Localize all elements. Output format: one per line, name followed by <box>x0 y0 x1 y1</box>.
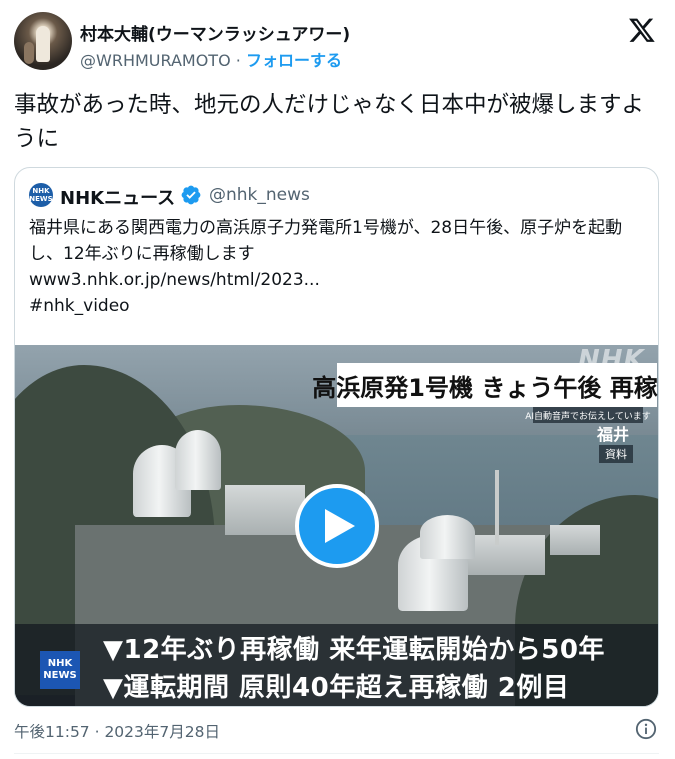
footer-divider <box>14 753 659 754</box>
quoted-author-avatar[interactable]: NHK NEWS <box>29 183 53 207</box>
play-button[interactable] <box>295 484 379 568</box>
video-source-tag: 資料 <box>599 445 633 463</box>
video-location-tag: 福井 <box>597 425 630 444</box>
follow-button[interactable]: フォローする <box>246 51 342 70</box>
author-display-name[interactable]: 村本大輔(ウーマンラッシュアワー) <box>80 20 350 45</box>
quoted-tweet-hashtag[interactable]: #nhk_video <box>29 293 649 319</box>
nhk-news-logo: NHK NEWS <box>40 651 80 689</box>
quoted-author-handle[interactable]: @nhk_news <box>209 185 310 205</box>
nhk-news-logo-bottom: NEWS <box>43 670 77 681</box>
x-logo-icon[interactable] <box>627 16 657 44</box>
video-headline: 高浜原発1号機 きょう午後 再稼働 <box>312 363 658 407</box>
video-caption-line-2: ▼運転期間 原則40年超え再稼働 2例目 <box>103 673 570 703</box>
avatar-figure-secondary <box>24 42 34 64</box>
video-player[interactable]: NHK 高浜原発1号機 きょう午後 再稼働 AI自動音声でお伝えしています 福井… <box>15 345 658 706</box>
tweet-text: 事故があった時、地元の人だけじゃなく日本中が被爆しますように <box>14 92 645 152</box>
tweet-timestamp[interactable]: 午後11:57 · 2023年7月28日 <box>14 720 220 742</box>
video-scene-reactor-dome <box>420 515 475 559</box>
quoted-tweet-link[interactable]: www3.nhk.or.jp/news/html/2023... <box>29 267 649 293</box>
author-avatar[interactable] <box>14 12 72 70</box>
verified-badge-icon <box>181 185 201 205</box>
video-scene-stack <box>495 470 499 545</box>
video-scene-building <box>550 525 600 555</box>
quoted-tweet-body: 福井県にある関西電力の高浜原子力発電所1号機が、28日午後、原子炉を起動し、12… <box>29 218 623 264</box>
video-caption-line-1: ▼12年ぶり再稼働 来年運転開始から50年 <box>103 635 605 665</box>
quoted-avatar-text-bottom: NEWS <box>29 195 53 203</box>
author-handle-row: @WRHMURAMOTO · フォローする <box>80 47 342 71</box>
quoted-tweet-card[interactable]: NHK NEWS NHKニュース @nhk_news 福井県にある関西電力の高浜… <box>14 167 659 707</box>
quoted-tweet-text: 福井県にある関西電力の高浜原子力発電所1号機が、28日午後、原子炉を起動し、12… <box>29 215 649 319</box>
nhk-news-logo-top: NHK <box>47 658 73 669</box>
quoted-avatar-text-top: NHK <box>32 187 50 195</box>
video-scene-reactor-dome <box>175 430 221 490</box>
handle-separator: · <box>235 51 241 70</box>
info-icon[interactable] <box>635 718 657 740</box>
avatar-figure <box>36 26 50 62</box>
quoted-author-name[interactable]: NHKニュース <box>60 184 175 210</box>
video-scene-building <box>225 485 305 535</box>
play-icon <box>325 509 355 543</box>
author-handle[interactable]: @WRHMURAMOTO <box>80 51 231 70</box>
